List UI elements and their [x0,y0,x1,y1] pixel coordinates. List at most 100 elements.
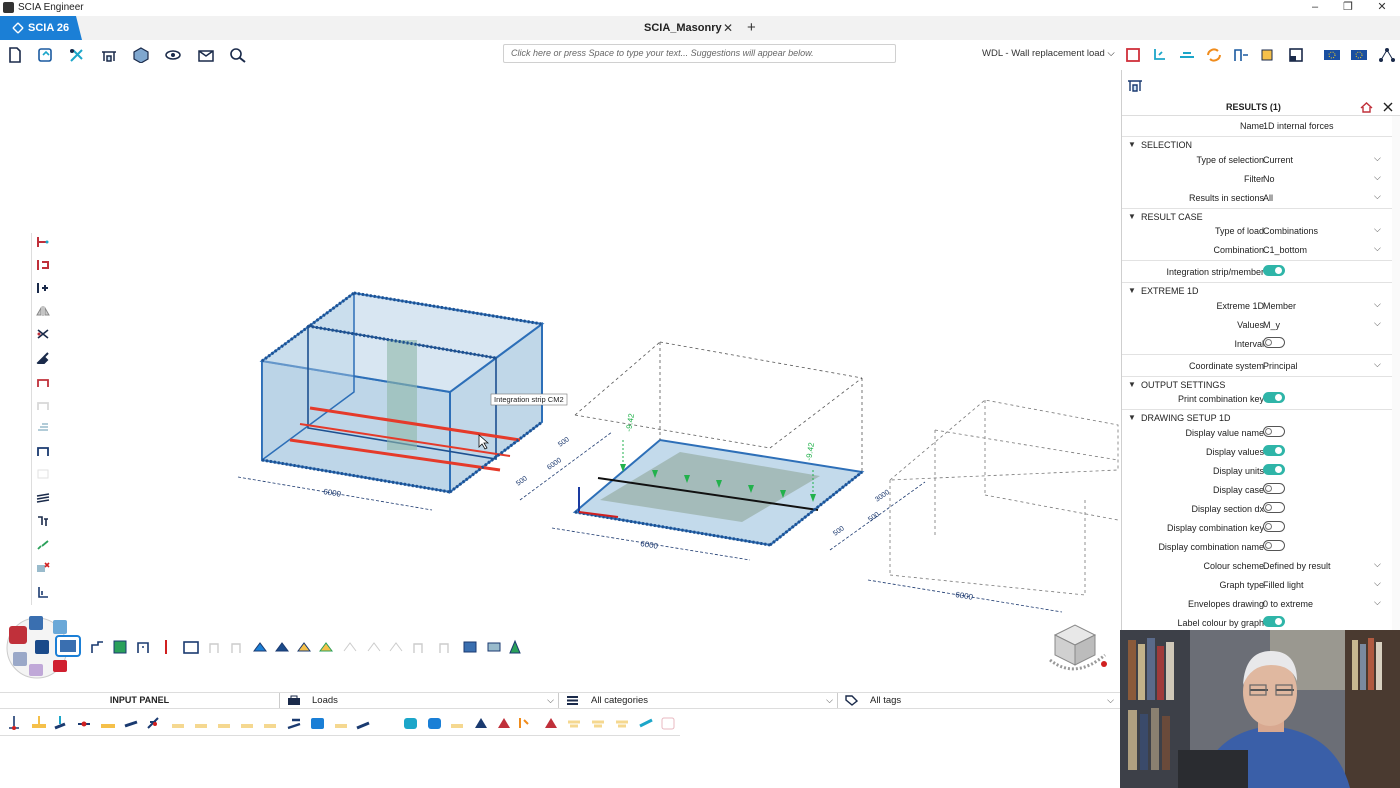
coordinate-system-row[interactable]: Coordinate system Principal ⌵ [1122,356,1392,375]
package-icon[interactable] [197,47,215,63]
node-tool-icon[interactable] [36,236,50,248]
chevron-down-icon[interactable]: ⌵ [1374,172,1381,183]
eye-icon[interactable] [164,47,182,63]
combination-value[interactable]: C1_bottom [1263,245,1307,255]
chevron-down-icon[interactable]: ⌵ [1374,299,1381,310]
loads-dropdown[interactable]: Loads ⌵ [282,693,559,708]
input-panel-title[interactable]: INPUT PANEL [0,693,280,708]
interval-row[interactable]: Interval [1122,334,1392,353]
coordinate-system-value[interactable]: Principal [1263,361,1298,371]
filter-value[interactable]: No [1263,174,1275,184]
extreme-1d-row[interactable]: Extreme 1D Member ⌵ [1122,296,1392,315]
chevron-down-icon[interactable]: ⌵ [1374,153,1381,164]
colour-scheme-row[interactable]: Colour scheme Defined by result ⌵ [1122,556,1392,575]
eu-flag-icon-2[interactable] [1350,47,1368,63]
eu-flag-icon[interactable] [1323,47,1341,63]
3d-view-icon[interactable] [132,47,150,63]
display-section-dx-toggle[interactable] [1263,502,1285,513]
member-tool-icon[interactable] [36,259,50,271]
values-value[interactable]: M_y [1263,320,1280,330]
label-colour-by-graph-toggle[interactable] [1263,616,1285,627]
maximize-button[interactable]: ❐ [1331,0,1365,16]
envelopes-drawing-row[interactable]: Envelopes drawing 0 to extreme ⌵ [1122,594,1392,613]
graph-type-value[interactable]: Filled light [1263,580,1304,590]
axis-tool-icon[interactable] [36,586,50,598]
tab-document[interactable]: SCIA_Masonry [644,16,722,40]
brush-tool-icon[interactable] [36,352,50,364]
values-row[interactable]: Values M_y ⌵ [1122,315,1392,334]
open-project-icon[interactable] [36,47,54,63]
chevron-down-icon[interactable]: ⌵ [1374,578,1381,589]
grid-icon[interactable] [1259,47,1277,63]
type-of-load-value[interactable]: Combinations [1263,226,1318,236]
combination-row[interactable]: Combination C1_bottom ⌵ [1122,240,1392,259]
structure-model[interactable]: Integration strip CM2 6000 500 6000 500 [0,70,1120,688]
display-value-name-toggle[interactable] [1263,426,1285,437]
view-cube-icon[interactable] [1049,624,1107,671]
panel-scrollbar[interactable] [1392,116,1400,630]
mirror-tool-icon[interactable] [36,305,50,317]
type-of-load-row[interactable]: Type of load Combinations ⌵ [1122,221,1392,240]
structure-icon[interactable] [100,47,118,63]
name-value[interactable]: 1D internal forces [1263,121,1334,131]
3d-viewport[interactable]: Integration strip CM2 6000 500 6000 500 [0,70,1120,688]
search-icon[interactable] [229,47,247,63]
delete-tool-icon[interactable] [36,562,50,574]
integration-strip-toggle[interactable] [1263,265,1285,276]
display-combination-key-toggle[interactable] [1263,521,1285,532]
display-combination-key-row[interactable]: Display combination key [1122,518,1392,537]
print-combination-key-row[interactable]: Print combination key [1122,389,1392,408]
display-units-row[interactable]: Display units [1122,461,1392,480]
home-icon[interactable] [1360,101,1373,113]
close-panel-icon[interactable] [1382,101,1394,113]
check-tool-icon[interactable] [36,539,50,551]
brand-tab[interactable]: SCIA 26 [0,16,82,40]
results-in-sections-value[interactable]: All [1263,193,1273,203]
support-icon[interactable] [1151,47,1169,63]
beam-icon[interactable] [1178,47,1196,63]
display-combination-name-row[interactable]: Display combination name [1122,537,1392,556]
chevron-down-icon[interactable]: ⌵ [1374,559,1381,570]
chevron-down-icon[interactable]: ⌵ [1374,224,1381,235]
layout-icon[interactable] [1287,47,1305,63]
results-in-sections-row[interactable]: Results in sections All ⌵ [1122,188,1392,207]
tags-dropdown[interactable]: All tags ⌵ [840,693,1118,708]
chevron-down-icon[interactable]: ⌵ [1374,191,1381,202]
slab-model[interactable] [551,341,926,561]
integration-strip-row[interactable]: Integration strip/member [1122,262,1392,281]
chevron-down-icon[interactable]: ⌵ [1374,597,1381,608]
frame-tool-icon[interactable] [36,445,50,457]
new-file-icon[interactable] [6,47,24,63]
add-tab-icon[interactable]: + [747,16,756,40]
display-values-toggle[interactable] [1263,445,1285,456]
display-case-row[interactable]: Display case [1122,480,1392,499]
connect-tool-icon[interactable] [36,328,50,340]
tools-icon[interactable] [68,47,86,63]
graph-type-row[interactable]: Graph type Filled light ⌵ [1122,575,1392,594]
type-of-selection-row[interactable]: Type of selection Current ⌵ [1122,150,1392,169]
label-colour-by-graph-row[interactable]: Label colour by graph [1122,613,1392,630]
arch-tool-icon[interactable] [36,376,50,388]
interval-toggle[interactable] [1263,337,1285,348]
display-combination-name-toggle[interactable] [1263,540,1285,551]
colour-scheme-value[interactable]: Defined by result [1263,561,1331,571]
type-of-selection-value[interactable]: Current [1263,155,1293,165]
chevron-down-icon[interactable]: ⌵ [1374,318,1381,329]
display-values-row[interactable]: Display values [1122,442,1392,461]
frame-icon[interactable] [1124,47,1142,63]
command-input[interactable]: Click here or press Space to type your t… [503,44,896,63]
minimize-button[interactable]: – [1298,0,1332,16]
layer-tool-icon[interactable] [36,422,50,434]
close-tab-icon[interactable]: ✕ [723,16,733,40]
active-command-dropdown[interactable]: WDL - Wall replacement load ⌵ [982,48,1115,59]
envelopes-drawing-value[interactable]: 0 to extreme [1263,599,1313,609]
close-window-button[interactable]: ✕ [1365,0,1399,16]
dimension-tool-icon[interactable] [36,515,50,527]
extreme-1d-value[interactable]: Member [1263,301,1296,311]
align-tool-icon[interactable] [36,282,50,294]
chevron-down-icon[interactable]: ⌵ [1374,359,1381,370]
chevron-down-icon[interactable]: ⌵ [1374,243,1381,254]
filter-row[interactable]: Filter No ⌵ [1122,169,1392,188]
display-units-toggle[interactable] [1263,464,1285,475]
refresh-icon[interactable] [1205,47,1223,63]
